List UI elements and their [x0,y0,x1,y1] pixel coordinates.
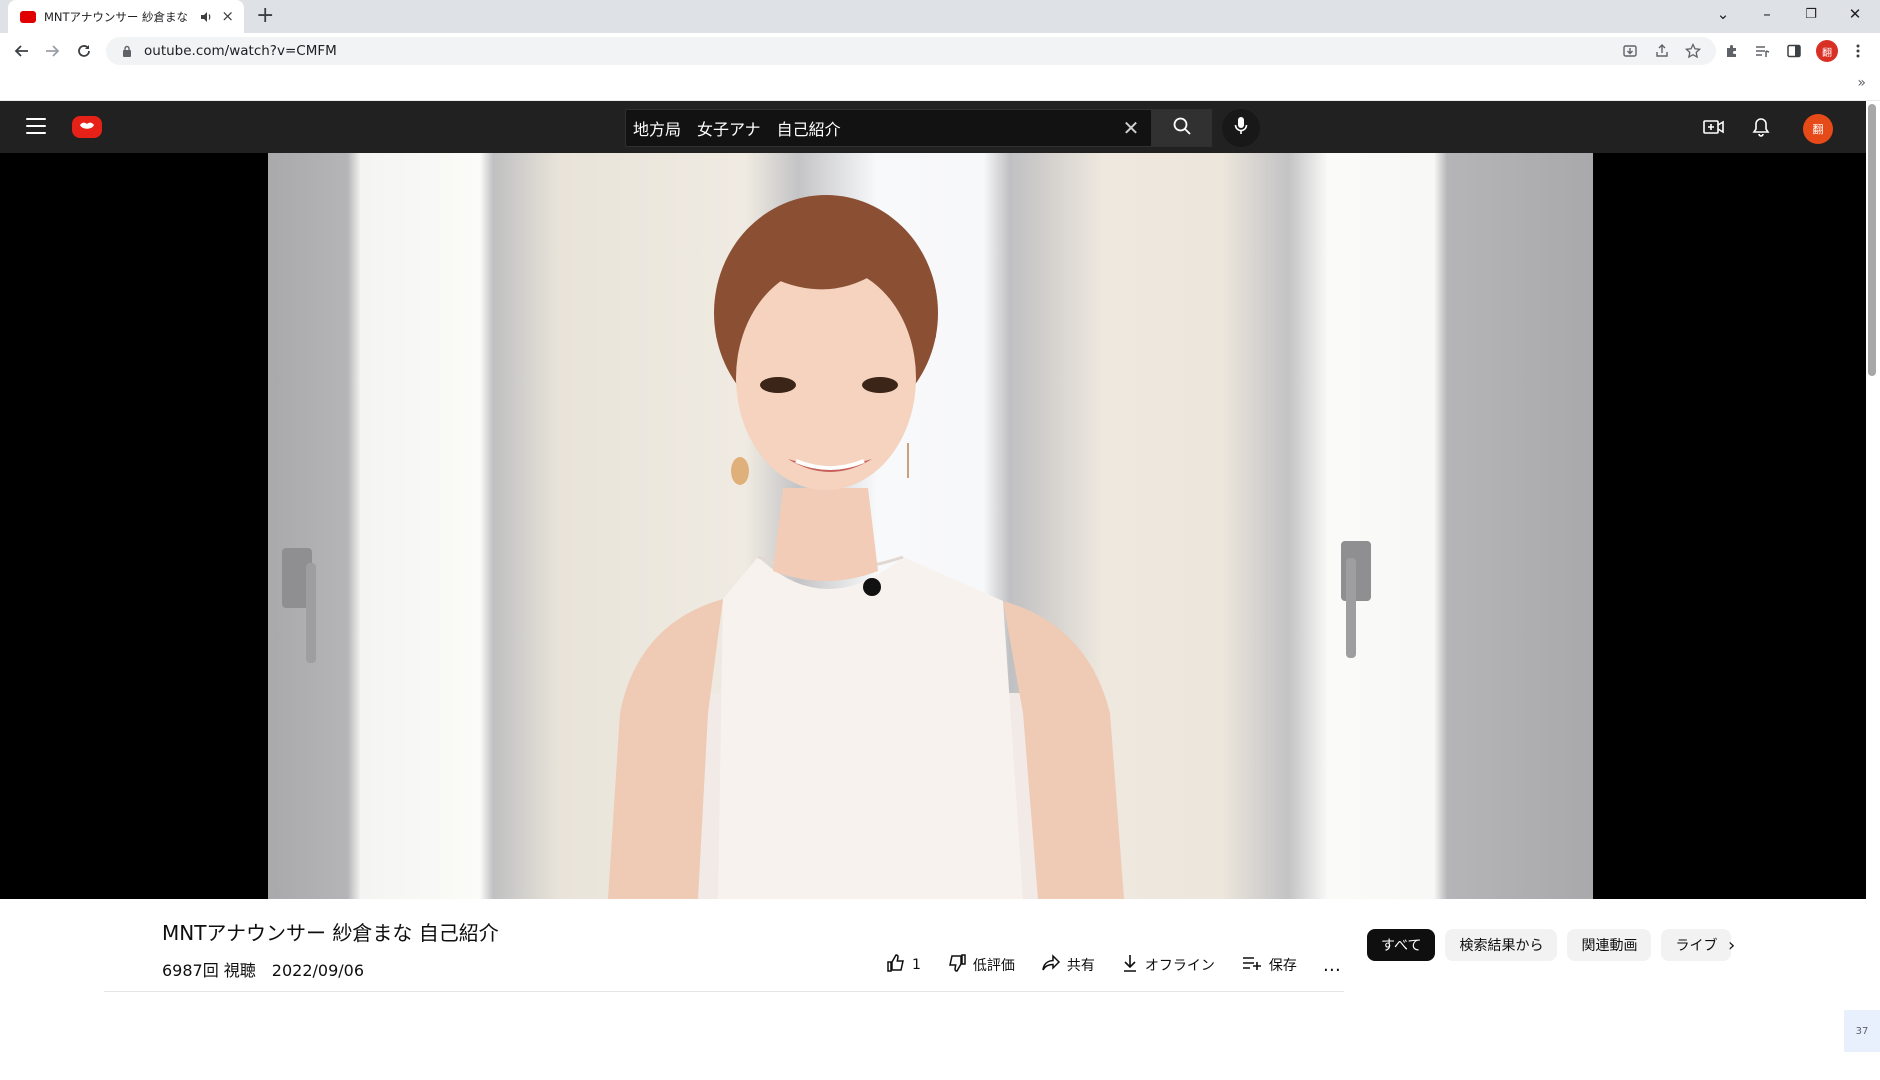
notifications-bell-icon[interactable] [1749,115,1773,139]
corner-badge: 37 [1844,1010,1880,1052]
view-count-and-date: 6987回 視聴 2022/09/06 [162,961,365,980]
lock-icon[interactable] [120,44,134,58]
media-queue-icon[interactable] [1752,41,1772,61]
share-label: 共有 [1066,958,1095,974]
tab-close-icon[interactable]: × [221,9,234,24]
close-window-button[interactable]: ✕ [1840,0,1870,28]
back-arrow-icon[interactable] [12,41,32,61]
site-logo-icon[interactable] [72,116,102,138]
address-bar[interactable]: outube.com/watch?v=CMFM [106,37,1716,65]
info-divider [104,991,1344,992]
share-button[interactable]: 共有 [1041,953,1095,977]
reload-icon[interactable] [74,41,94,61]
save-label: 保存 [1268,958,1297,974]
like-button[interactable]: 1 [886,953,921,977]
share-page-icon[interactable] [1652,41,1672,61]
filter-chips: すべて 検索結果から 関連動画 ライブ [1367,929,1732,961]
video-frame[interactable] [268,153,1593,899]
browser-toolbar: outube.com/watch?v=CMFM 翻 [0,33,1880,69]
offline-label: オフライン [1144,958,1215,974]
chip-live[interactable]: ライブ [1661,929,1732,961]
more-actions-button[interactable]: … [1323,955,1342,976]
browser-tab-active[interactable]: MNTアナウンサー 紗倉まな × [8,0,244,33]
download-icon [1121,953,1139,977]
new-tab-button[interactable]: + [256,5,274,27]
profile-avatar[interactable]: 翻 [1816,40,1838,62]
minimize-button[interactable]: – [1752,0,1782,28]
save-to-playlist-button[interactable]: 保存 [1241,954,1297,976]
forward-arrow-icon[interactable] [42,41,62,61]
thumbs-down-icon [947,953,967,977]
search-button[interactable] [1152,109,1212,147]
chips-next-chevron-icon[interactable]: › [1728,935,1735,956]
playlist-add-icon [1241,954,1263,976]
extensions-puzzle-icon[interactable] [1722,41,1742,61]
video-player[interactable] [0,153,1866,899]
voice-search-button[interactable] [1222,109,1260,147]
video-actions: 1 低評価 共有 オフライン 保存 … [886,953,1342,977]
page-scrollbar[interactable] [1868,104,1876,376]
chip-related[interactable]: 関連動画 [1567,929,1652,961]
tab-strip: MNTアナウンサー 紗倉まな × + ⌄ – ❐ ✕ [0,0,1880,33]
tab-title: MNTアナウンサー 紗倉まな [44,9,188,24]
create-video-icon[interactable] [1702,115,1726,139]
chip-all[interactable]: すべて [1367,929,1436,961]
bookmarks-bar: » [0,69,1880,101]
offline-download-button[interactable]: オフライン [1121,953,1215,977]
bookmarks-overflow-button[interactable]: » [1857,75,1866,91]
microphone-icon [1233,116,1249,140]
dislike-label: 低評価 [972,958,1015,974]
video-info-area: MNTアナウンサー 紗倉まな 自己紹介 6987回 視聴 2022/09/06 … [0,899,1866,1080]
chip-from-search[interactable]: 検索結果から [1445,929,1558,961]
like-count: 1 [912,957,921,973]
video-title: MNTアナウンサー 紗倉まな 自己紹介 [162,921,499,945]
thumbs-up-icon [886,953,906,977]
speaker-icon[interactable] [199,10,213,24]
install-app-icon[interactable] [1620,41,1640,61]
youtube-favicon-icon [20,10,36,23]
site-header: 地方局 女子アナ 自己紹介 ✕ [0,101,1866,153]
hamburger-menu-icon[interactable] [26,118,46,134]
bookmark-star-icon[interactable] [1683,41,1703,61]
dislike-button[interactable]: 低評価 [947,953,1015,977]
search-icon [1172,116,1192,140]
browser-menu-icon[interactable] [1848,41,1868,61]
url-text: outube.com/watch?v=CMFM [144,43,337,59]
tab-search-chevron-down-icon[interactable]: ⌄ [1708,0,1738,28]
side-panel-icon[interactable] [1784,41,1804,61]
search-query-text[interactable]: 地方局 女子アナ 自己紹介 [633,116,1111,140]
search-input[interactable]: 地方局 女子アナ 自己紹介 ✕ [625,109,1152,147]
share-arrow-icon [1041,953,1061,977]
clear-search-icon[interactable]: ✕ [1111,116,1151,140]
restore-button[interactable]: ❐ [1796,0,1826,28]
account-avatar[interactable]: 翻 [1803,114,1833,144]
video-still-image [282,195,1371,899]
